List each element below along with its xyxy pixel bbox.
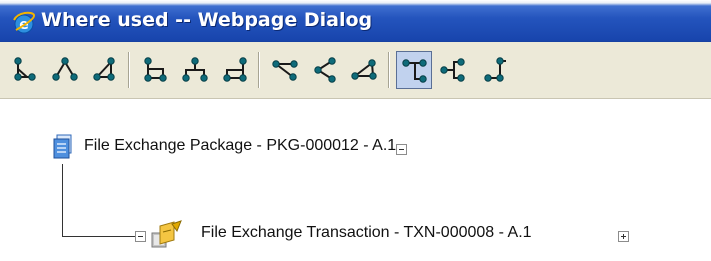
where-used-tree: File Exchange Package - PKG-000012 - A.1… [0,99,711,261]
transaction-icon[interactable] [150,220,184,250]
tree-node-child-label[interactable]: File Exchange Transaction - TXN-000008 -… [201,224,532,242]
title-bar[interactable]: e Where used -- Webpage Dialog [0,0,711,42]
expand-toggle-child[interactable] [618,231,629,242]
tree-node-root-label[interactable]: File Exchange Package - PKG-000012 - A.1 [84,137,396,155]
tree-layout-bracket-right-icon [144,57,167,82]
tree-layout-bracket-left-icon [223,57,247,82]
internet-explorer-icon: e [13,11,36,34]
window-title: Where used -- Webpage Dialog [41,9,373,31]
tree-layout-left-up-icon [351,59,377,80]
package-document-icon[interactable] [52,134,74,160]
tree-layout-vertical-left-button[interactable] [436,51,472,89]
tree-layout-down-left-icon [93,57,115,81]
tree-layout-vertical-right-icon [484,57,506,82]
minus-icon [399,149,404,150]
tree-connector-horizontal [62,236,135,237]
tree-layout-bracket-right-button[interactable] [137,51,173,89]
tree-layout-left-up-button[interactable] [346,51,382,89]
tree-layout-vertical-branch-icon [402,59,427,83]
tree-layout-vertical-left-icon [440,58,465,82]
tree-layout-down-right-button[interactable] [7,51,43,89]
tree-layout-right-down-icon [272,60,298,81]
tree-layout-vertical-right-button[interactable] [476,51,512,89]
tree-layout-down-centered-icon [52,57,78,81]
webpage-dialog-window: e Where used -- Webpage Dialog File Exch… [0,0,711,261]
tree-layout-bracket-centered-button[interactable] [177,51,213,89]
collapse-toggle-root[interactable] [396,144,407,155]
toolbar-separator [258,52,260,88]
tree-layout-vertical-branch-button[interactable] [396,51,432,89]
tree-layout-down-left-button[interactable] [86,51,122,89]
layout-toolbar [0,42,711,99]
tree-connector-vertical [62,164,63,237]
toolbar-separator [388,52,390,88]
tree-layout-down-centered-button[interactable] [47,51,83,89]
tree-layout-bracket-left-button[interactable] [217,51,253,89]
collapse-toggle-child[interactable] [135,231,146,242]
tree-layout-left-button[interactable] [307,51,343,89]
tree-layout-bracket-centered-icon [182,57,208,82]
tree-layout-right-down-button[interactable] [267,51,303,89]
tree-layout-left-icon [314,57,336,83]
toolbar-separator [128,52,130,88]
minus-icon [138,236,143,237]
tree-layout-down-right-icon [14,57,36,81]
